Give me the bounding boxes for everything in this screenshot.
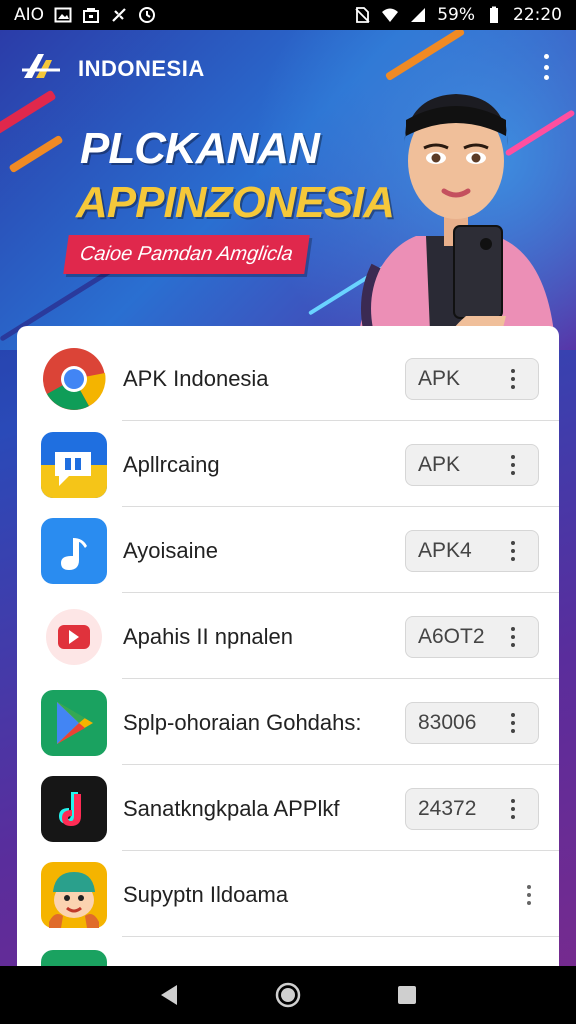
list-item[interactable]: Ayoisaine APK4 xyxy=(17,508,559,593)
home-icon[interactable] xyxy=(268,975,308,1015)
more-vert-icon[interactable] xyxy=(506,798,520,819)
music-note-icon xyxy=(41,517,107,584)
app-name: Sanatkngkpala APPlkf xyxy=(123,795,340,821)
more-vert-icon[interactable] xyxy=(506,626,520,647)
app-name: Apllrcaing xyxy=(123,451,220,477)
divider xyxy=(122,936,559,937)
apk-badge: 24372 xyxy=(418,796,477,820)
apk-badge: APK xyxy=(418,366,461,390)
image-icon xyxy=(54,6,72,24)
chrome-icon xyxy=(41,346,107,412)
app-list: APK Indonesia APK Apllrcaing APK Ayoisai… xyxy=(17,326,559,966)
app-name: APK Indonesia xyxy=(123,365,269,391)
apk-badge: 83006 xyxy=(418,710,477,734)
list-item[interactable]: Splp-ohoraian Gohdahs: 83006 xyxy=(17,680,559,765)
bag-icon xyxy=(82,6,100,24)
apk-button[interactable]: APK4 xyxy=(405,529,539,572)
apk-button[interactable]: A6OT2 xyxy=(405,615,539,658)
apk-button[interactable]: APK xyxy=(405,443,539,486)
list-item[interactable]: Apllrcaing APK xyxy=(17,422,559,507)
brand-name: INDONESIA xyxy=(78,56,205,81)
alarm-icon xyxy=(138,6,156,24)
apk-badge: APK xyxy=(418,452,461,476)
back-icon[interactable] xyxy=(149,975,189,1015)
system-nav-bar xyxy=(0,966,576,1024)
more-vert-icon[interactable] xyxy=(506,540,520,561)
brand-logo-icon xyxy=(20,50,64,88)
list-item[interactable]: APK Indonesia APK xyxy=(17,336,559,421)
app-icon xyxy=(41,950,107,966)
banner-headline-line1: PLCKANAN xyxy=(80,124,320,173)
carrier-label: AIO xyxy=(14,5,45,25)
list-item[interactable]: Supyptn Ildoama xyxy=(17,852,559,937)
apk-button[interactable]: APK xyxy=(405,357,539,400)
divider xyxy=(122,850,559,851)
nfc-icon xyxy=(110,6,128,24)
app-name: Ayoisaine xyxy=(123,537,218,563)
more-vert-icon[interactable] xyxy=(506,712,520,733)
battery-percent: 59% xyxy=(437,5,475,25)
divider xyxy=(122,420,559,421)
battery-icon xyxy=(485,6,503,24)
apk-badge: APK4 xyxy=(418,538,472,562)
more-vert-icon[interactable] xyxy=(506,454,520,475)
apk-badge: A6OT2 xyxy=(418,624,485,648)
banner-tagline: Caioe Pamdan Amglicla xyxy=(63,235,310,274)
apk-button[interactable]: 24372 xyxy=(405,787,539,830)
app-name: Splp-ohoraian Gohdahs: xyxy=(123,709,362,735)
apk-button[interactable]: 83006 xyxy=(405,701,539,744)
play-store-icon xyxy=(41,689,107,756)
cartoon-face-icon xyxy=(41,861,107,928)
tiktok-icon xyxy=(41,775,107,842)
wifi-icon xyxy=(381,6,399,24)
app-name: Supyptn Ildoama xyxy=(123,881,289,907)
banner-headline-line2: APPINZONESIA xyxy=(76,178,395,227)
app-name: Apahis II npnalen xyxy=(123,623,294,649)
decor-stripe xyxy=(0,89,57,141)
list-item[interactable]: Apahis II npnalen A6OT2 xyxy=(17,594,559,679)
divider xyxy=(122,678,559,679)
chat-bubble-icon xyxy=(41,431,107,498)
no-sim-icon xyxy=(353,6,371,24)
more-vert-icon[interactable] xyxy=(527,884,531,905)
more-vert-icon[interactable] xyxy=(506,368,520,389)
decor-stripe xyxy=(8,134,64,174)
character-illustration xyxy=(356,94,556,350)
brand[interactable]: INDONESIA xyxy=(20,50,205,88)
video-icon xyxy=(41,604,107,670)
divider xyxy=(122,506,559,507)
divider xyxy=(122,764,559,765)
recents-icon[interactable] xyxy=(387,975,427,1015)
list-item[interactable] xyxy=(17,938,559,966)
promo-banner[interactable]: INDONESIA PLCKANAN APPINZONESIA Caioe Pa… xyxy=(0,30,576,350)
clock: 22:20 xyxy=(513,5,562,25)
signal-icon xyxy=(409,6,427,24)
divider xyxy=(122,592,559,593)
status-bar: AIO 59% 22:20 xyxy=(0,0,576,30)
list-item[interactable]: Sanatkngkpala APPlkf 24372 xyxy=(17,766,559,851)
